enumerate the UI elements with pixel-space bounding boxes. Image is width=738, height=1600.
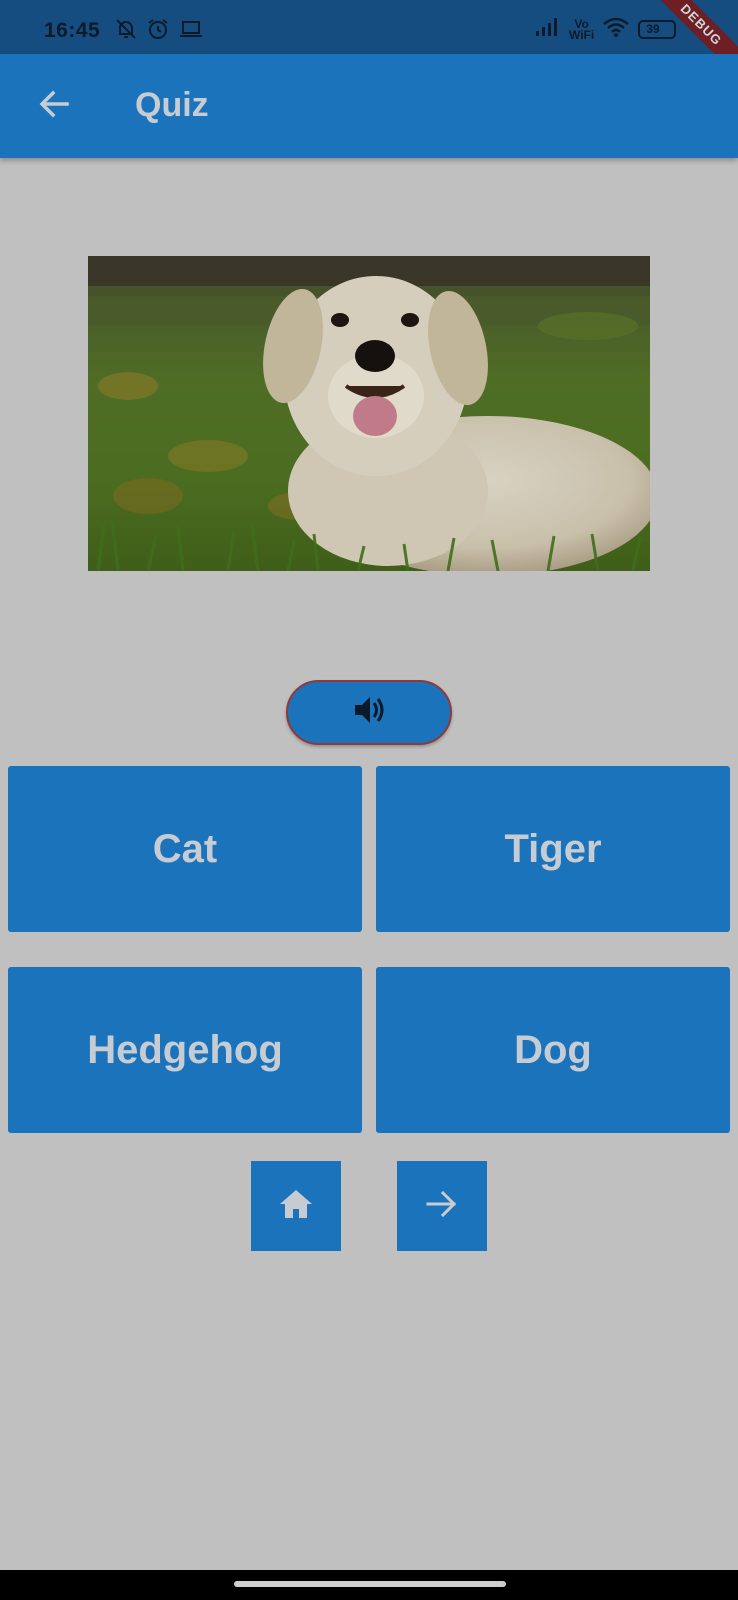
alarm-icon [146, 17, 170, 46]
status-notification-icons [114, 17, 204, 46]
signal-icon [535, 17, 561, 42]
status-time: 16:45 [44, 19, 101, 42]
answer-button-tiger[interactable]: Tiger [376, 766, 730, 932]
back-button[interactable] [28, 80, 80, 132]
arrow-right-icon [423, 1185, 461, 1228]
quiz-image-dog [88, 256, 650, 571]
battery-icon: 39 [638, 20, 677, 39]
vowifi-line2: WiFi [569, 27, 595, 42]
next-button[interactable] [397, 1161, 487, 1251]
answer-button-dog[interactable]: Dog [376, 967, 730, 1133]
laptop-icon [178, 17, 204, 46]
system-navigation-bar [0, 1570, 738, 1600]
status-system-icons: Vo WiFi 39 [535, 16, 677, 43]
home-icon [276, 1184, 316, 1229]
home-button[interactable] [251, 1161, 341, 1251]
vowifi-indicator: Vo WiFi [569, 18, 595, 42]
bell-off-icon [114, 17, 138, 46]
app-bar: Quiz [0, 54, 738, 158]
volume-icon [351, 692, 387, 733]
arrow-left-icon [37, 87, 71, 126]
answer-button-hedgehog[interactable]: Hedgehog [8, 967, 362, 1133]
page-title: Quiz [135, 86, 209, 124]
gesture-handle[interactable] [234, 1581, 506, 1587]
play-sound-button[interactable] [286, 680, 452, 745]
answer-button-cat[interactable]: Cat [8, 766, 362, 932]
status-bar: 16:45 Vo WiFi 39 DEBUG [0, 0, 738, 86]
wifi-icon [602, 16, 630, 43]
